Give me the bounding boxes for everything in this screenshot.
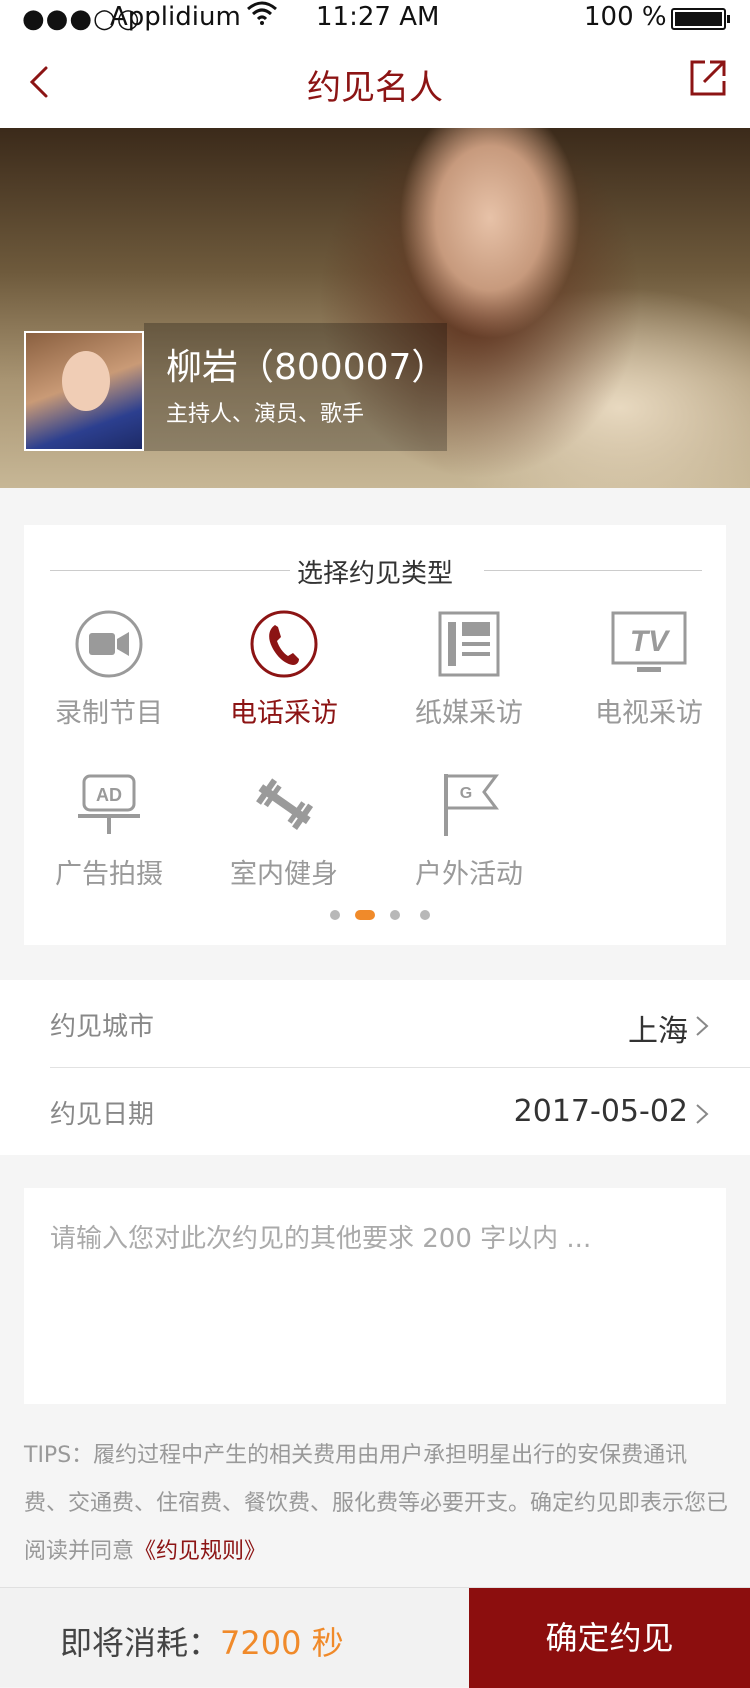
rules-link[interactable]: 《约见规则》 bbox=[134, 1539, 266, 1564]
meeting-type-heading: 选择约见类型 bbox=[296, 559, 453, 589]
type-label: 电话采访 bbox=[230, 698, 338, 729]
type-label: 电视采访 bbox=[595, 698, 703, 729]
video-camera-icon bbox=[75, 610, 143, 678]
type-option-ad-shoot[interactable]: AD 广告拍摄 bbox=[24, 770, 194, 890]
page-indicator bbox=[24, 910, 726, 922]
type-label: 户外活动 bbox=[415, 859, 523, 890]
phone-icon bbox=[250, 610, 318, 678]
dumbbell-icon bbox=[256, 778, 314, 830]
tips-text: TIPS：履约过程中产生的相关费用由用户承担明星出行的安保费通讯费、交通费、住宿… bbox=[24, 1432, 730, 1576]
share-icon bbox=[690, 60, 726, 96]
requirements-placeholder: 请输入您对此次约见的其他要求 200 字以内 ... bbox=[50, 1224, 592, 1254]
battery-icon bbox=[671, 8, 730, 30]
meeting-type-card: 选择约见类型 录制节目 电话采访 纸媒采访 TV 电视采访 AD 广告拍摄 室内… bbox=[24, 525, 726, 945]
chevron-right-icon bbox=[696, 1104, 709, 1124]
status-time: 11:27 AM bbox=[316, 2, 440, 32]
meeting-form: 约见城市 上海 约见日期 2017-05-02 bbox=[0, 980, 750, 1155]
type-option-indoor-fitness[interactable]: 室内健身 bbox=[199, 770, 369, 890]
page-dot[interactable] bbox=[330, 910, 340, 920]
celebrity-avatar bbox=[24, 331, 144, 451]
type-option-print-interview[interactable]: 纸媒采访 bbox=[384, 609, 554, 729]
heading-divider-right bbox=[484, 570, 702, 571]
bottom-action-bar: 即将消耗：7200 秒 确定约见 bbox=[0, 1587, 750, 1688]
celebrity-hero-banner: 柳岩（800007） 主持人、演员、歌手 bbox=[0, 128, 750, 488]
share-button[interactable] bbox=[688, 58, 728, 98]
page-dot[interactable] bbox=[390, 910, 400, 920]
type-label: 室内健身 bbox=[230, 859, 338, 890]
chevron-right-icon bbox=[696, 1016, 709, 1036]
page-title: 约见名人 bbox=[307, 68, 443, 108]
celebrity-roles: 主持人、演员、歌手 bbox=[166, 402, 365, 427]
type-option-tv-interview[interactable]: TV 电视采访 bbox=[564, 609, 734, 729]
requirements-textarea[interactable]: 请输入您对此次约见的其他要求 200 字以内 ... bbox=[24, 1188, 726, 1404]
type-option-outdoor-activity[interactable]: G 户外活动 bbox=[384, 770, 554, 890]
type-label: 广告拍摄 bbox=[55, 859, 163, 890]
page-dot[interactable] bbox=[420, 910, 430, 920]
tips-body: TIPS：履约过程中产生的相关费用由用户承担明星出行的安保费通讯费、交通费、住宿… bbox=[24, 1443, 729, 1564]
svg-text:G: G bbox=[460, 785, 472, 802]
date-value: 2017-05-02 bbox=[513, 1094, 688, 1129]
date-label: 约见日期 bbox=[50, 1100, 155, 1130]
battery-percent: 100 % bbox=[584, 2, 667, 32]
newspaper-icon bbox=[438, 611, 500, 677]
date-row[interactable]: 约见日期 2017-05-02 bbox=[50, 1068, 750, 1156]
celebrity-name: 柳岩（800007） bbox=[166, 347, 448, 388]
svg-text:TV: TV bbox=[630, 625, 671, 658]
status-bar: ●●●○○ Applidium 11:27 AM 100 % bbox=[0, 0, 750, 38]
cost-label: 即将消耗： bbox=[60, 1624, 221, 1662]
type-label: 纸媒采访 bbox=[415, 698, 523, 729]
cost-value: 7200 秒 bbox=[220, 1624, 344, 1662]
city-row[interactable]: 约见城市 上海 bbox=[50, 980, 750, 1068]
carrier-name: Applidium bbox=[110, 2, 241, 32]
tv-icon: TV bbox=[611, 611, 687, 672]
wifi-icon bbox=[246, 0, 278, 33]
nav-bar: 约见名人 bbox=[0, 38, 750, 128]
ad-board-icon: AD bbox=[78, 774, 140, 834]
cost-summary: 即将消耗：7200 秒 bbox=[60, 1618, 344, 1664]
type-option-phone-interview[interactable]: 电话采访 bbox=[199, 609, 369, 729]
page-dot-active[interactable] bbox=[355, 910, 375, 920]
city-value: 上海 bbox=[628, 1014, 688, 1049]
svg-text:AD: AD bbox=[96, 785, 122, 805]
type-label: 录制节目 bbox=[55, 698, 163, 729]
city-label: 约见城市 bbox=[50, 1012, 155, 1042]
type-option-recording[interactable]: 录制节目 bbox=[24, 609, 194, 729]
confirm-meeting-button[interactable]: 确定约见 bbox=[469, 1588, 750, 1688]
flag-icon: G bbox=[444, 774, 499, 836]
